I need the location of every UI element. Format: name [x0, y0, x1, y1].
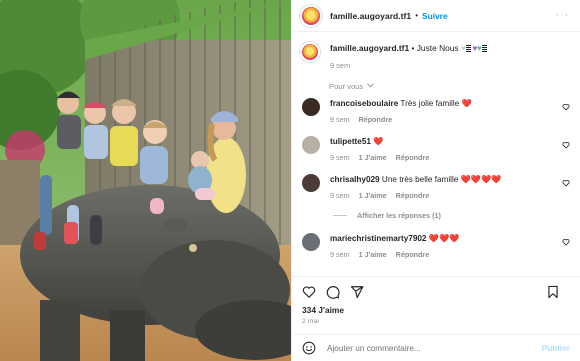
- comment-text: ❤️: [373, 137, 384, 146]
- comment-item: mariechristinemarty7902 ❤️❤️❤️ 9 sem 1 J…: [292, 233, 580, 259]
- heart-outline-icon[interactable]: [562, 179, 570, 187]
- comments-list[interactable]: famille.augoyard.tf1 • Juste Nous ♥ ♥♥ 9 …: [292, 36, 580, 270]
- for-you-label: Pour vous: [329, 82, 364, 91]
- heart-outline-icon[interactable]: [562, 103, 570, 111]
- reply-button[interactable]: Répondre: [359, 115, 393, 124]
- comment-bubble-icon[interactable]: [326, 285, 340, 299]
- commenter-avatar[interactable]: [302, 233, 320, 251]
- reply-button[interactable]: Répondre: [396, 250, 430, 259]
- like-heart-icon[interactable]: [302, 285, 316, 299]
- post-photo-image: [0, 0, 291, 361]
- comment-likes[interactable]: 1 J'aime: [359, 153, 387, 162]
- more-options-icon[interactable]: [554, 10, 570, 20]
- separator-dot: •: [415, 11, 418, 20]
- reply-button[interactable]: Répondre: [396, 153, 430, 162]
- publish-button[interactable]: Publier: [542, 343, 570, 353]
- comment-text: Très jolie famille ❤️: [400, 99, 472, 108]
- commenter-username[interactable]: tulipette51: [330, 137, 371, 146]
- show-replies-button[interactable]: Afficher les réponses (1): [333, 211, 580, 220]
- caption-author[interactable]: famille.augoyard.tf1: [330, 43, 409, 53]
- caption-author-avatar[interactable]: [300, 42, 320, 62]
- comment-item: tulipette51 ❤️ 9 sem 1 J'aime Répondre: [292, 136, 580, 162]
- post-caption: famille.augoyard.tf1 • Juste Nous ♥ ♥♥ 9 …: [292, 36, 580, 71]
- heart-outline-icon[interactable]: [562, 141, 570, 149]
- caption-time: 9 sem: [330, 61, 351, 70]
- show-replies-label: Afficher les réponses (1): [357, 211, 441, 220]
- for-you-toggle[interactable]: Pour vous: [329, 82, 580, 91]
- chevron-down-icon: [367, 83, 375, 88]
- caption-text: Juste Nous: [416, 43, 459, 53]
- comment-text: Une très belle famille ❤️❤️❤️❤️: [381, 175, 502, 184]
- author-avatar[interactable]: [300, 4, 322, 27]
- commenter-username[interactable]: mariechristinemarty7902: [330, 234, 427, 243]
- commenter-username[interactable]: francoiseboulaire: [330, 99, 398, 108]
- post-photo[interactable]: [0, 0, 291, 361]
- post-date: 2 mai: [302, 318, 320, 325]
- commenter-avatar[interactable]: [302, 174, 320, 192]
- replies-divider: [333, 215, 347, 216]
- heart-outline-icon[interactable]: [562, 238, 570, 246]
- comment-time: 9 sem: [330, 191, 350, 200]
- comment-likes[interactable]: 1 J'aime: [359, 250, 387, 259]
- comment-item: francoiseboulaire Très jolie famille ❤️ …: [292, 98, 580, 124]
- caption-emojis: ♥ ♥♥: [461, 43, 488, 53]
- comment-text: ❤️❤️❤️: [428, 234, 460, 243]
- save-bookmark-icon[interactable]: [546, 285, 560, 299]
- comment-likes[interactable]: 1 J'aime: [359, 191, 387, 200]
- comment-composer: Publier: [292, 334, 580, 361]
- comment-time: 9 sem: [330, 115, 350, 124]
- post-side-panel: famille.augoyard.tf1 • Suivre famille.au…: [291, 0, 580, 361]
- reply-button[interactable]: Répondre: [396, 191, 430, 200]
- commenter-avatar[interactable]: [302, 136, 320, 154]
- comment-time: 9 sem: [330, 153, 350, 162]
- commenter-username[interactable]: chrisalhy029: [330, 175, 380, 184]
- author-username[interactable]: famille.augoyard.tf1: [330, 11, 411, 21]
- post-actions-bar: [292, 276, 580, 306]
- commenter-avatar[interactable]: [302, 98, 320, 116]
- comment-time: 9 sem: [330, 250, 350, 259]
- comment-item: chrisalhy029 Une très belle famille ❤️❤️…: [292, 174, 580, 200]
- comment-input[interactable]: [327, 343, 542, 353]
- post-header: famille.augoyard.tf1 • Suivre: [292, 0, 580, 32]
- likes-count[interactable]: 334 J'aime: [302, 305, 344, 315]
- follow-button[interactable]: Suivre: [422, 11, 448, 21]
- share-paper-plane-icon[interactable]: [350, 285, 364, 299]
- emoji-smiley-icon[interactable]: [302, 341, 316, 355]
